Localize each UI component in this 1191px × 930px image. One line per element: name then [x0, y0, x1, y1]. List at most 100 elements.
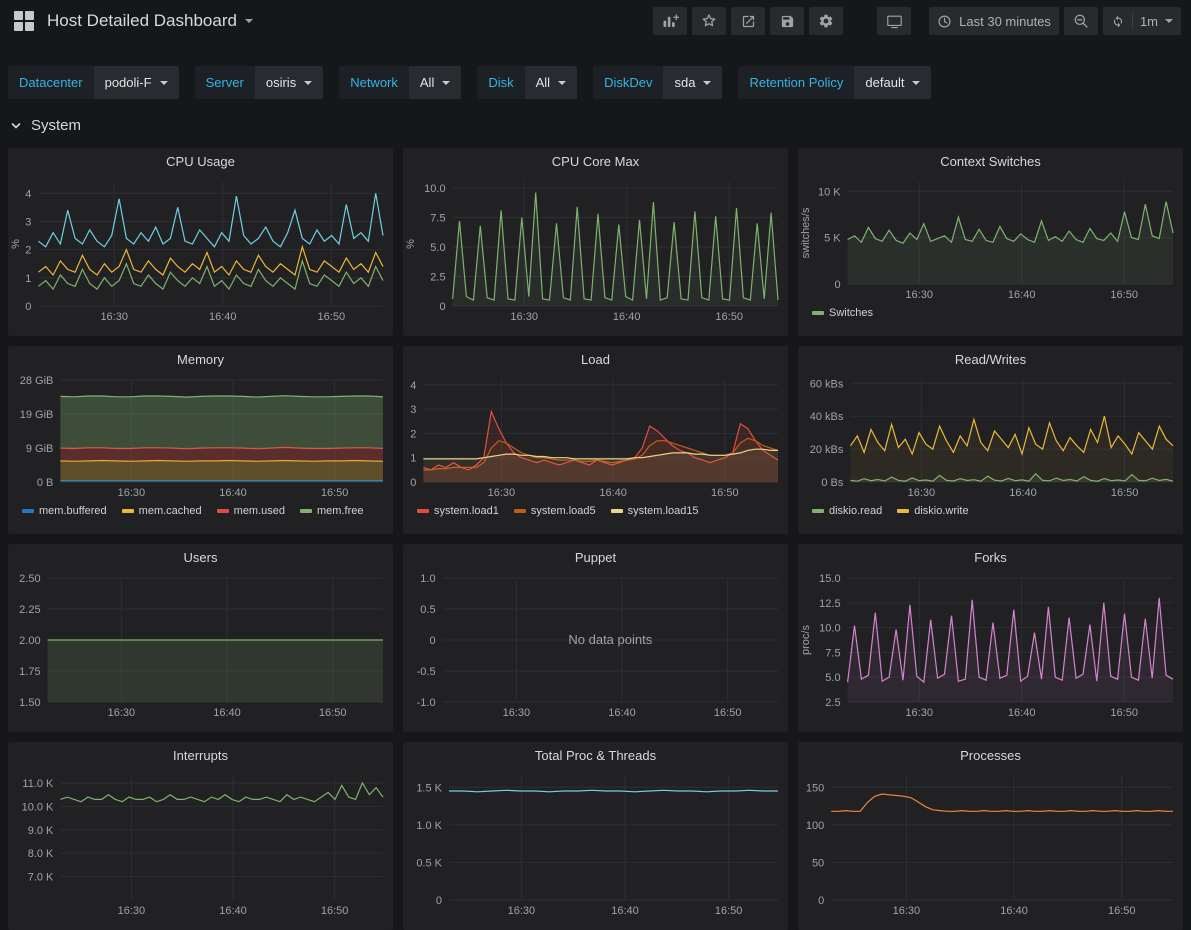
y-tick-label: 1.75	[19, 666, 40, 678]
panel-title[interactable]: Context Switches	[798, 148, 1183, 174]
variable-value-dropdown[interactable]: default	[854, 66, 932, 99]
legend-swatch	[22, 509, 34, 513]
navbar-actions: Last 30 minutes 1m	[653, 7, 1181, 35]
y-tick-label: 0	[410, 477, 416, 489]
y-tick-label: 1.0	[420, 573, 435, 585]
context-switches-chart[interactable]: 0 5 K 10 K 16:30 16:40 16:50 switches/s	[798, 174, 1183, 302]
x-tick-label: 16:40	[219, 487, 247, 499]
chart-legend: Switches	[798, 302, 1183, 324]
variable-value: default	[865, 75, 905, 90]
variable-value-dropdown[interactable]: All	[524, 66, 578, 99]
legend-swatch	[513, 509, 526, 513]
refresh-button[interactable]: 1m	[1102, 7, 1181, 35]
legend-item[interactable]: mem.cached	[121, 505, 202, 517]
variable-value: osiris	[265, 75, 297, 90]
y-tick-label: 1.50	[19, 697, 40, 709]
total-proc-threads-chart[interactable]: 1.5 K 1.0 K 0.5 K 0 16:30 16:40 16:50	[403, 768, 788, 918]
share-button[interactable]	[731, 7, 766, 35]
legend-swatch	[121, 509, 134, 513]
forks-chart[interactable]: 2.5 5.0 7.5 10.0 12.5 15.0 16:30 16:40 16:50 proc…	[798, 570, 1183, 720]
panel-title[interactable]: Interrupts	[8, 742, 393, 768]
legend-item[interactable]: system.load5	[513, 505, 596, 517]
x-tick-label: 16:40	[611, 905, 639, 917]
panel-title[interactable]: CPU Core Max	[403, 148, 788, 174]
variable-value-dropdown[interactable]: osiris	[254, 66, 324, 99]
x-tick-label: 16:30	[503, 707, 531, 719]
tv-mode-icon	[886, 15, 902, 28]
y-tick-label: 0 B	[37, 477, 54, 489]
zoom-out-button[interactable]	[1063, 7, 1098, 35]
panel-title[interactable]: Memory	[8, 346, 393, 372]
interrupts-chart[interactable]: 11.0 K 10.0 K 9.0 K 8.0 K 7.0 K 16:30 16:40 16:…	[8, 768, 393, 918]
star-button[interactable]	[692, 7, 727, 35]
variable-value-dropdown[interactable]: podoli-F	[93, 66, 179, 99]
variable-retention-policy: Retention Policy default	[738, 66, 932, 99]
settings-button[interactable]	[809, 7, 844, 35]
puppet-chart[interactable]: 1.0 0.5 0 -0.5 -1.0 16:30 16:40 16:50 No data po…	[403, 570, 788, 720]
x-tick-label: 16:50	[321, 487, 349, 499]
y-tick-label: 5.0	[825, 672, 840, 684]
legend-item[interactable]: mem.buffered	[22, 505, 107, 517]
time-range-label: Last 30 minutes	[959, 13, 1051, 29]
row-title: System	[31, 117, 82, 134]
y-tick-label: 0.5	[420, 604, 435, 616]
panel-title[interactable]: Puppet	[403, 544, 788, 570]
variable-value-dropdown[interactable]: All	[408, 66, 462, 99]
y-tick-label: 2	[25, 245, 31, 257]
panel-title[interactable]: Forks	[798, 544, 1183, 570]
legend-item[interactable]: diskio.read	[812, 505, 882, 517]
legend-item[interactable]: mem.used	[216, 505, 285, 517]
series-fill	[60, 460, 384, 481]
panel-processes: Processes 150 100 50 0 16:30 16:40 16:50	[798, 742, 1183, 930]
tv-mode-button[interactable]	[877, 7, 912, 35]
y-tick-label: 10.0	[819, 623, 840, 635]
time-range-button[interactable]: Last 30 minutes	[929, 7, 1059, 35]
legend-swatch	[610, 509, 623, 513]
save-icon	[781, 15, 793, 27]
y-tick-label: 5 K	[824, 233, 841, 245]
save-button[interactable]	[770, 7, 805, 35]
dashboard-title-dropdown[interactable]: Host Detailed Dashboard	[47, 11, 253, 31]
y-tick-label: 60 kBs	[810, 378, 844, 390]
add-panel-button[interactable]	[653, 7, 688, 35]
legend-label: diskio.read	[829, 505, 883, 517]
y-tick-label: 0	[25, 301, 31, 313]
apps-grid-icon[interactable]	[14, 11, 34, 31]
x-tick-label: 16:40	[1008, 707, 1036, 719]
y-tick-label: 0	[439, 301, 445, 313]
legend-item[interactable]: system.load1	[417, 505, 499, 517]
y-tick-label: 1	[25, 273, 31, 285]
load-chart[interactable]: 0 1 2 3 4 16:30 16:40 16:50	[403, 372, 788, 500]
legend-item[interactable]: system.load15	[610, 505, 699, 517]
series-line	[449, 789, 778, 793]
series-fill	[47, 640, 383, 702]
legend-item[interactable]: diskio.write	[897, 505, 969, 517]
x-tick-label: 16:40	[613, 311, 641, 323]
users-chart[interactable]: 1.50 1.75 2.00 2.25 2.50 16:30 16:40 16:50	[8, 570, 393, 720]
y-tick-label: 10 K	[818, 186, 841, 198]
panel-title[interactable]: Load	[403, 346, 788, 372]
panel-title[interactable]: Total Proc & Threads	[403, 742, 788, 768]
panel-title[interactable]: Read/Writes	[798, 346, 1183, 372]
memory-chart[interactable]: 0 B 9 GiB 19 GiB 28 GiB 16:30 16:40 16:50	[8, 372, 393, 500]
template-variables-bar: Datacenter podoli-F Server osiris Networ…	[0, 42, 1191, 99]
legend-item[interactable]: mem.free	[300, 505, 363, 517]
row-header-system[interactable]: System	[0, 99, 1191, 144]
y-tick-label: 2.5	[430, 271, 445, 283]
variable-diskdev: DiskDev sda	[593, 66, 723, 99]
cpu-usage-chart[interactable]: 0 1 2 3 4 16:30 16:40 16:50%	[8, 174, 393, 324]
variable-value-dropdown[interactable]: sda	[663, 66, 723, 99]
y-tick-label: 11.0 K	[22, 778, 54, 790]
y-tick-label: 0.5 K	[416, 857, 442, 869]
y-tick-label: 0	[436, 895, 442, 907]
panel-title[interactable]: Users	[8, 544, 393, 570]
processes-chart[interactable]: 150 100 50 0 16:30 16:40 16:50	[798, 768, 1183, 918]
variable-label: Network	[339, 66, 409, 99]
variable-value: All	[535, 75, 551, 90]
legend-item[interactable]: Switches	[812, 307, 873, 319]
read-writes-chart[interactable]: 0 Bs 20 kBs 40 kBs 60 kBs 16:30 16:40 16:50	[798, 372, 1183, 500]
panel-title[interactable]: CPU Usage	[8, 148, 393, 174]
cpu-core-max-chart[interactable]: 0 2.5 5.0 7.5 10.0 16:30 16:40 16:50%	[403, 174, 788, 324]
y-tick-label: 10.0	[424, 183, 445, 195]
panel-title[interactable]: Processes	[798, 742, 1183, 768]
